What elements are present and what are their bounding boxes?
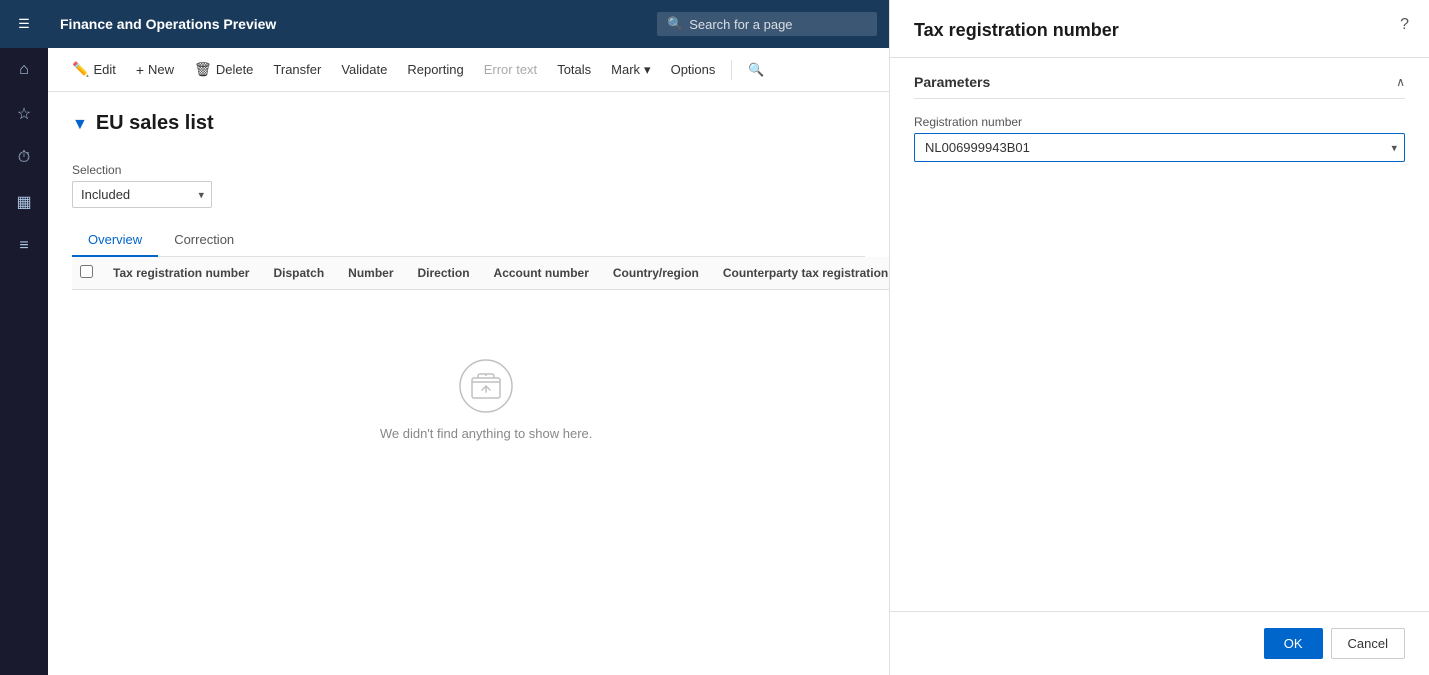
edit-label: Edit <box>93 62 115 77</box>
list-icon: ≡ <box>19 237 28 255</box>
mark-button[interactable]: Mark ▾ <box>603 58 658 82</box>
registration-number-field: Registration number NL006999943B01 ▾ <box>914 115 1405 162</box>
search-box[interactable]: 🔍 Search for a page <box>657 12 877 36</box>
error-text-button[interactable]: Error text <box>476 58 545 81</box>
registration-number-select[interactable]: NL006999943B01 <box>914 133 1405 162</box>
ok-button[interactable]: OK <box>1264 628 1323 659</box>
new-label: New <box>148 62 174 77</box>
page-content: ▼ EU sales list Selection Included All N… <box>48 92 889 675</box>
select-all-checkbox[interactable] <box>80 265 93 278</box>
options-button[interactable]: Options <box>663 58 724 81</box>
col-header-number: Number <box>336 257 405 290</box>
home-icon: ⌂ <box>19 61 29 79</box>
registration-number-wrapper: NL006999943B01 ▾ <box>914 133 1405 162</box>
delete-button[interactable]: 🗑 Delete <box>186 57 261 82</box>
workspaces-icon: ▦ <box>16 192 31 212</box>
registration-number-label: Registration number <box>914 115 1405 129</box>
mark-dropdown-icon: ▾ <box>644 62 651 78</box>
col-header-country-region: Country/region <box>601 257 711 290</box>
empty-state-icon <box>458 358 514 414</box>
selection-select[interactable]: Included All Not included <box>72 181 212 208</box>
toolbar: ✏️ Edit + New 🗑 Delete Transfer Validate… <box>48 48 889 92</box>
options-label: Options <box>671 62 716 77</box>
tab-correction-label: Correction <box>174 232 234 247</box>
panel-header: Tax registration number <box>890 0 1429 58</box>
edit-button[interactable]: ✏️ Edit <box>64 57 124 82</box>
delete-label: Delete <box>216 62 254 77</box>
workspaces-nav-item[interactable]: ▦ <box>0 180 48 224</box>
right-panel: ? Tax registration number Parameters ∧ R… <box>889 0 1429 675</box>
error-text-label: Error text <box>484 62 537 77</box>
mark-label: Mark <box>611 62 640 77</box>
empty-state-text: We didn't find anything to show here. <box>380 426 593 441</box>
new-button[interactable]: + New <box>128 58 182 82</box>
help-icon[interactable]: ? <box>1400 16 1409 34</box>
transfer-label: Transfer <box>273 62 321 77</box>
tab-overview[interactable]: Overview <box>72 224 158 257</box>
delete-icon: 🗑 <box>194 61 212 78</box>
main-area: Finance and Operations Preview 🔍 Search … <box>48 0 889 675</box>
favorites-nav-item[interactable]: ☆ <box>0 92 48 136</box>
filter-icon[interactable]: ▼ <box>72 116 88 134</box>
collapse-icon[interactable]: ∧ <box>1396 75 1405 89</box>
search-toolbar-button[interactable]: 🔍 <box>740 58 772 82</box>
cancel-button[interactable]: Cancel <box>1331 628 1405 659</box>
empty-state-row: We didn't find anything to show here. <box>72 290 889 510</box>
tab-overview-label: Overview <box>88 232 142 247</box>
reporting-button[interactable]: Reporting <box>399 58 471 81</box>
recent-nav-item[interactable]: ⏱ <box>0 136 48 180</box>
panel-footer: OK Cancel <box>890 611 1429 675</box>
parameters-header: Parameters ∧ <box>914 74 1405 99</box>
validate-button[interactable]: Validate <box>333 58 395 81</box>
hamburger-icon: ☰ <box>18 16 30 32</box>
col-header-account-number: Account number <box>482 257 601 290</box>
tabs: Overview Correction <box>72 224 865 257</box>
totals-label: Totals <box>557 62 591 77</box>
favorites-icon: ☆ <box>17 104 31 124</box>
col-header-counterparty: Counterparty tax registration <box>711 257 889 290</box>
totals-button[interactable]: Totals <box>549 58 599 81</box>
validate-label: Validate <box>341 62 387 77</box>
top-header: Finance and Operations Preview 🔍 Search … <box>48 0 889 48</box>
data-table: Tax registration number Dispatch Number … <box>72 257 889 509</box>
selection-label: Selection <box>72 163 212 177</box>
col-header-checkbox <box>72 257 101 290</box>
selection-row: Selection Included All Not included ▾ <box>72 163 865 208</box>
reporting-label: Reporting <box>407 62 463 77</box>
col-header-dispatch: Dispatch <box>261 257 336 290</box>
edit-icon: ✏️ <box>72 61 89 78</box>
panel-title: Tax registration number <box>914 20 1405 41</box>
search-toolbar-icon: 🔍 <box>748 62 764 78</box>
hamburger-menu[interactable]: ☰ <box>0 0 48 48</box>
search-placeholder: Search for a page <box>689 17 792 32</box>
recent-icon: ⏱ <box>18 149 30 167</box>
list-nav-item[interactable]: ≡ <box>0 224 48 268</box>
page-title: EU sales list <box>96 112 214 135</box>
home-nav-item[interactable]: ⌂ <box>0 48 48 92</box>
col-header-tax-reg-number: Tax registration number <box>101 257 261 290</box>
transfer-button[interactable]: Transfer <box>265 58 329 81</box>
parameters-section: Parameters ∧ Registration number NL00699… <box>890 58 1429 194</box>
search-icon: 🔍 <box>667 16 683 32</box>
toolbar-separator <box>731 60 732 80</box>
selection-dropdown: Included All Not included ▾ <box>72 181 212 208</box>
table-header-row: Tax registration number Dispatch Number … <box>72 257 889 290</box>
new-icon: + <box>136 62 144 78</box>
app-title: Finance and Operations Preview <box>60 16 645 32</box>
tab-correction[interactable]: Correction <box>158 224 250 257</box>
selection-field: Selection Included All Not included ▾ <box>72 163 212 208</box>
parameters-label: Parameters <box>914 74 990 90</box>
left-navigation: ☰ ⌂ ☆ ⏱ ▦ ≡ <box>0 0 48 675</box>
col-header-direction: Direction <box>406 257 482 290</box>
empty-state: We didn't find anything to show here. <box>84 298 888 501</box>
